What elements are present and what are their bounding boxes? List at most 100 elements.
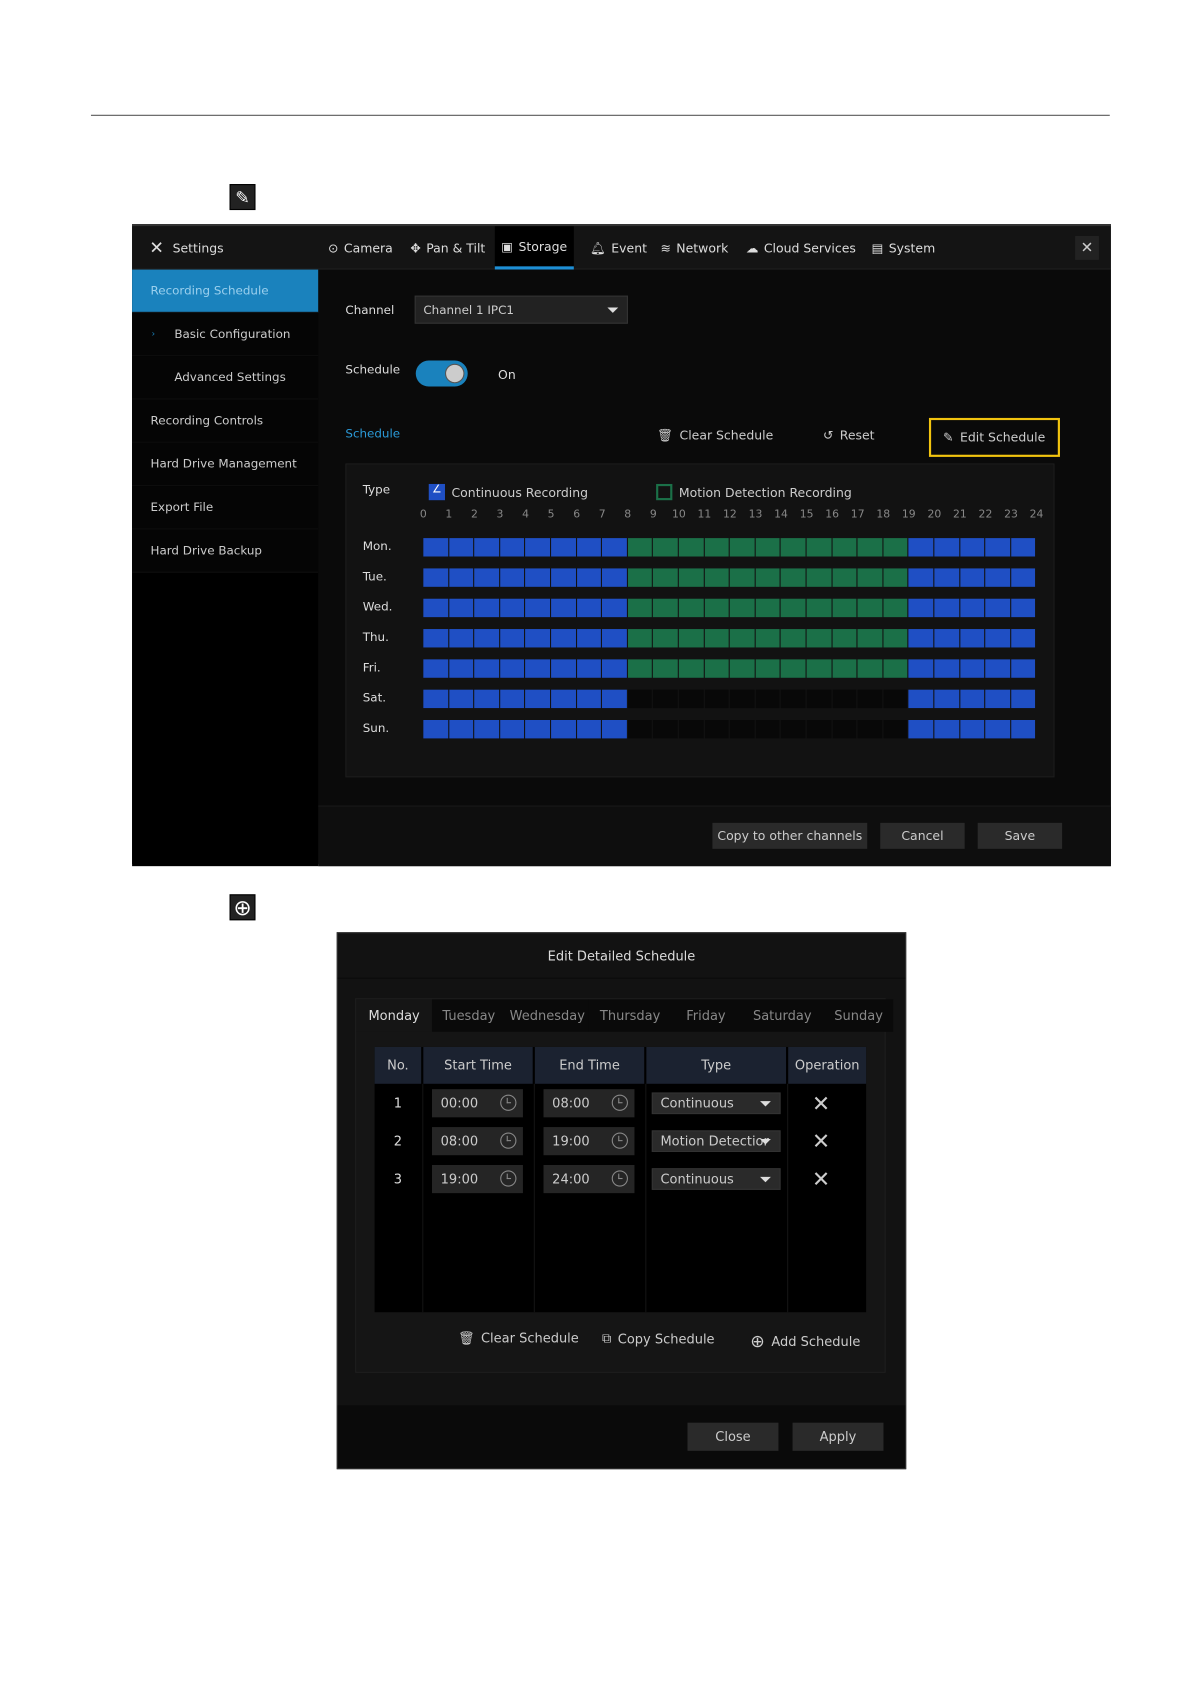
- schedule-cell[interactable]: [525, 598, 550, 618]
- schedule-cell[interactable]: [678, 568, 704, 587]
- clock-icon[interactable]: [500, 1170, 517, 1187]
- schedule-cell[interactable]: [448, 719, 474, 739]
- sidebar-item-export-file[interactable]: Export File: [132, 486, 319, 530]
- sidebar-item-hard-drive-management[interactable]: Hard Drive Management: [132, 442, 319, 487]
- schedule-cell[interactable]: [832, 659, 857, 678]
- schedule-cell[interactable]: [678, 689, 704, 709]
- schedule-cell[interactable]: [832, 629, 857, 648]
- schedule-cell[interactable]: [499, 719, 525, 739]
- schedule-cell[interactable]: [653, 538, 678, 557]
- schedule-cell[interactable]: [704, 629, 729, 648]
- schedule-cell[interactable]: [729, 568, 755, 587]
- schedule-cell[interactable]: [985, 629, 1010, 648]
- schedule-cell[interactable]: [627, 719, 653, 739]
- tab-cloud-services[interactable]: ☁ Cloud Services: [746, 226, 856, 269]
- type-select[interactable]: Motion Detectior: [651, 1130, 781, 1152]
- schedule-cell[interactable]: [755, 659, 780, 678]
- schedule-cell[interactable]: [908, 719, 934, 739]
- schedule-cell[interactable]: [1011, 568, 1036, 587]
- delete-icon[interactable]: ✕: [812, 1128, 830, 1154]
- schedule-cell[interactable]: [781, 538, 806, 557]
- schedule-cell[interactable]: [908, 568, 934, 587]
- schedule-cell[interactable]: [959, 719, 985, 739]
- schedule-cell[interactable]: [832, 719, 857, 739]
- close-button[interactable]: Close: [687, 1422, 779, 1451]
- schedule-cell[interactable]: [1011, 629, 1036, 648]
- schedule-cell[interactable]: [525, 719, 550, 739]
- schedule-cell[interactable]: [857, 719, 883, 739]
- schedule-cell[interactable]: [525, 659, 550, 678]
- schedule-cell[interactable]: [602, 659, 627, 678]
- schedule-cell[interactable]: [474, 659, 499, 678]
- schedule-cell[interactable]: [525, 568, 550, 587]
- schedule-cell[interactable]: [755, 598, 780, 618]
- schedule-cell[interactable]: [576, 719, 602, 739]
- tab-wednesday[interactable]: Wednesday: [505, 999, 589, 1032]
- schedule-cell[interactable]: [627, 689, 653, 709]
- apply-button[interactable]: Apply: [792, 1422, 884, 1451]
- schedule-cell[interactable]: [755, 629, 780, 648]
- schedule-cell[interactable]: [602, 568, 627, 587]
- reset-button[interactable]: ↺ Reset: [823, 428, 875, 443]
- schedule-cell[interactable]: [423, 689, 448, 709]
- clock-icon[interactable]: [611, 1094, 628, 1111]
- schedule-cell[interactable]: [423, 659, 448, 678]
- tab-saturday[interactable]: Saturday: [740, 999, 824, 1032]
- schedule-cell[interactable]: [985, 659, 1010, 678]
- clock-icon[interactable]: [500, 1132, 517, 1149]
- schedule-cell[interactable]: [985, 719, 1010, 739]
- edit-schedule-button[interactable]: ✎ Edit Schedule: [928, 417, 1060, 457]
- type-select[interactable]: Continuous: [651, 1168, 781, 1190]
- sidebar-item-advanced-settings[interactable]: Advanced Settings: [132, 356, 319, 400]
- schedule-cell[interactable]: [908, 598, 934, 618]
- tab-event[interactable]: 🔔︎ Event: [590, 226, 647, 269]
- schedule-cell[interactable]: [551, 659, 576, 678]
- schedule-cell[interactable]: [551, 719, 576, 739]
- schedule-cell[interactable]: [551, 629, 576, 648]
- end-time-input[interactable]: 08:00: [543, 1089, 635, 1118]
- schedule-cell[interactable]: [985, 568, 1010, 587]
- schedule-cell[interactable]: [934, 689, 959, 709]
- schedule-cell[interactable]: [678, 629, 704, 648]
- schedule-cell[interactable]: [602, 629, 627, 648]
- schedule-cell[interactable]: [448, 568, 474, 587]
- schedule-cell[interactable]: [1011, 719, 1036, 739]
- add-schedule-button[interactable]: ⊕ Add Schedule: [750, 1331, 860, 1352]
- schedule-cell[interactable]: [602, 598, 627, 618]
- schedule-cell[interactable]: [423, 568, 448, 587]
- schedule-cell[interactable]: [781, 719, 806, 739]
- schedule-cell[interactable]: [704, 689, 729, 709]
- tab-friday[interactable]: Friday: [671, 999, 741, 1032]
- schedule-cell[interactable]: [883, 629, 908, 648]
- clear-schedule-button[interactable]: 🗑︎ Clear Schedule: [458, 1331, 579, 1346]
- schedule-cell[interactable]: [832, 568, 857, 587]
- tab-network[interactable]: ≋ Network: [660, 226, 728, 269]
- schedule-cell[interactable]: [755, 538, 780, 557]
- schedule-cell[interactable]: [934, 538, 959, 557]
- schedule-cell[interactable]: [781, 598, 806, 618]
- end-time-input[interactable]: 19:00: [543, 1127, 635, 1156]
- schedule-cell[interactable]: [678, 719, 704, 739]
- schedule-cell[interactable]: [857, 568, 883, 587]
- schedule-cell[interactable]: [729, 629, 755, 648]
- schedule-cell[interactable]: [883, 659, 908, 678]
- sidebar-item-recording-schedule[interactable]: Recording Schedule: [132, 269, 319, 313]
- schedule-cell[interactable]: [908, 629, 934, 648]
- schedule-cell[interactable]: [653, 689, 678, 709]
- schedule-cell[interactable]: [806, 659, 832, 678]
- schedule-cell[interactable]: [755, 719, 780, 739]
- schedule-cell[interactable]: [423, 538, 448, 557]
- sidebar-item-basic-configuration[interactable]: › Basic Configuration: [132, 312, 319, 357]
- schedule-cell[interactable]: [576, 689, 602, 709]
- sidebar-item-hard-drive-backup[interactable]: Hard Drive Backup: [132, 529, 319, 573]
- schedule-cell[interactable]: [474, 598, 499, 618]
- schedule-cell[interactable]: [985, 538, 1010, 557]
- schedule-cell[interactable]: [729, 598, 755, 618]
- schedule-cell[interactable]: [883, 719, 908, 739]
- schedule-cell[interactable]: [448, 598, 474, 618]
- schedule-cell[interactable]: [704, 538, 729, 557]
- schedule-cell[interactable]: [985, 598, 1010, 618]
- schedule-cell[interactable]: [883, 689, 908, 709]
- schedule-cell[interactable]: [908, 659, 934, 678]
- schedule-cell[interactable]: [1011, 659, 1036, 678]
